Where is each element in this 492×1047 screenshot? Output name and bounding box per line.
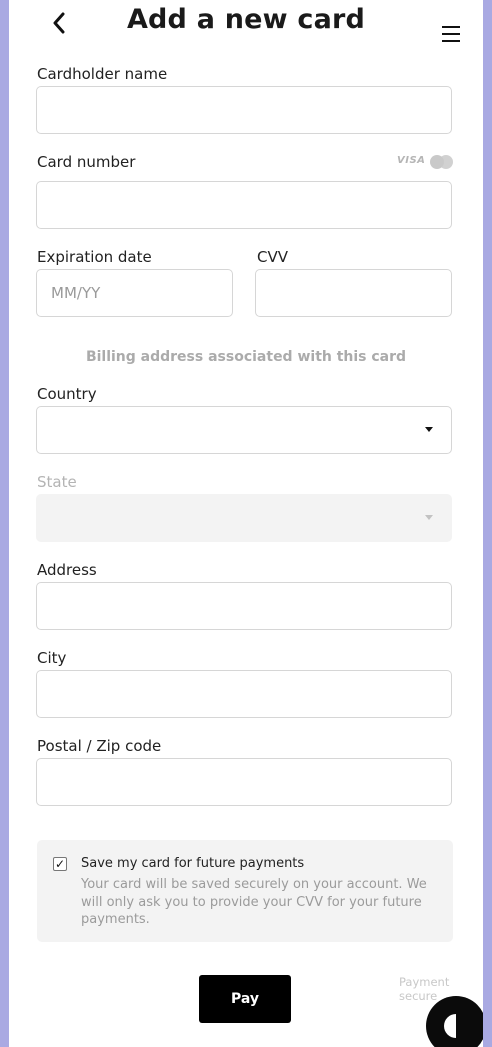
expiration-label: Expiration date — [37, 248, 152, 266]
cvv-label: CVV — [257, 248, 288, 266]
save-card-label: Save my card for future payments — [81, 856, 305, 871]
city-label: City — [37, 649, 67, 667]
save-card-note: Your card will be saved securely on your… — [81, 877, 427, 927]
cvv-field — [255, 269, 452, 317]
card-number-field — [36, 181, 452, 229]
card-number-label: Card number — [37, 153, 136, 171]
cardholder-field — [36, 86, 452, 134]
address-input[interactable] — [37, 583, 451, 629]
cvv-input[interactable] — [256, 270, 451, 316]
menu-button[interactable] — [439, 20, 465, 46]
state-select — [36, 494, 452, 542]
page-title: Add a new card — [126, 4, 366, 35]
pay-button[interactable]: Pay — [199, 975, 291, 1023]
checkmark-icon: ✓ — [54, 857, 66, 871]
postal-label: Postal / Zip code — [37, 737, 162, 755]
save-card-box: ✓ Save my card for future payments Your … — [37, 840, 453, 942]
card-number-input[interactable] — [37, 182, 451, 228]
cardholder-label: Cardholder name — [37, 65, 168, 83]
billing-heading: Billing address associated with this car… — [85, 349, 407, 365]
cardholder-input[interactable] — [37, 87, 451, 133]
state-label: State — [37, 473, 77, 491]
theme-toggle-button[interactable] — [426, 996, 483, 1047]
save-card-checkbox[interactable]: ✓ — [53, 857, 67, 871]
hamburger-menu-icon — [442, 26, 460, 28]
visa-logo: VISA — [397, 155, 426, 166]
expiration-field — [36, 269, 233, 317]
expiration-input[interactable] — [37, 270, 232, 316]
caret-down-icon — [425, 427, 433, 432]
add-card-panel: Add a new card Cardholder name Card numb… — [9, 0, 483, 1047]
mastercard-icon — [430, 155, 454, 170]
city-input[interactable] — [37, 671, 451, 717]
postal-input[interactable] — [37, 759, 451, 805]
city-field — [36, 670, 452, 718]
caret-down-icon — [425, 515, 433, 520]
postal-field — [36, 758, 452, 806]
address-label: Address — [37, 561, 97, 579]
half-moon-icon — [444, 1014, 456, 1038]
country-label: Country — [37, 385, 97, 403]
address-field — [36, 582, 452, 630]
country-select[interactable] — [36, 406, 452, 454]
